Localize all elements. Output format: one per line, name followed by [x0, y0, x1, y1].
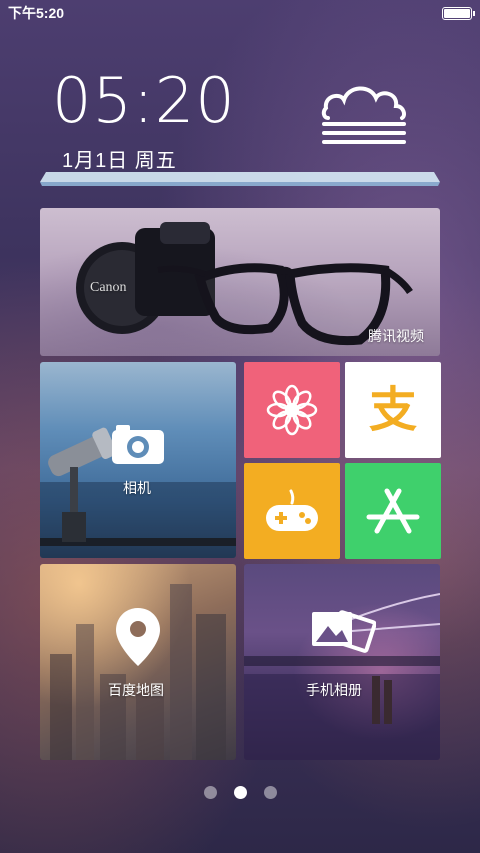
photo-album-tile[interactable]: 手机相册 [244, 564, 440, 760]
gamepad-icon [266, 489, 318, 531]
tencent-video-label: 腾讯视频 [368, 328, 424, 344]
page-indicator[interactable] [0, 786, 480, 802]
clock-shelf [40, 172, 440, 186]
status-time: 下午5:20 [8, 5, 65, 21]
page-dot-3[interactable] [263, 786, 277, 799]
tencent-video-tile[interactable]: Canon 腾讯视频 [40, 208, 440, 356]
flower-app-tile[interactable] [244, 362, 340, 458]
camera-tile[interactable]: 相机 [40, 362, 236, 558]
clock-time[interactable]: 05:20 [52, 70, 236, 132]
photo-album-label: 手机相册 [306, 682, 362, 698]
bridge-night-image [244, 593, 440, 760]
app-store-icon [366, 488, 420, 534]
game-app-tile[interactable] [244, 463, 340, 559]
fog-cloud-icon[interactable] [318, 78, 410, 150]
alipay-app-tile[interactable]: 支 [345, 362, 441, 458]
alipay-icon: 支 [368, 382, 417, 438]
photos-icon [312, 610, 376, 653]
app-store-tile[interactable] [345, 463, 441, 559]
camera-icon [112, 425, 164, 464]
battery-icon [442, 6, 475, 20]
baidu-map-tile[interactable]: 百度地图 [40, 564, 236, 760]
flower-icon [266, 384, 318, 436]
clock-date: 1月1日 周五 [62, 150, 177, 172]
brand-text: Canon [90, 280, 127, 295]
page-dot-1[interactable] [203, 786, 217, 799]
camera-label: 相机 [123, 480, 151, 496]
battery-level [444, 8, 470, 18]
status-bar: 下午5:20 [0, 0, 480, 26]
map-pin-icon [116, 608, 160, 666]
baidu-map-label: 百度地图 [108, 682, 164, 698]
page-dot-2[interactable] [233, 786, 247, 799]
